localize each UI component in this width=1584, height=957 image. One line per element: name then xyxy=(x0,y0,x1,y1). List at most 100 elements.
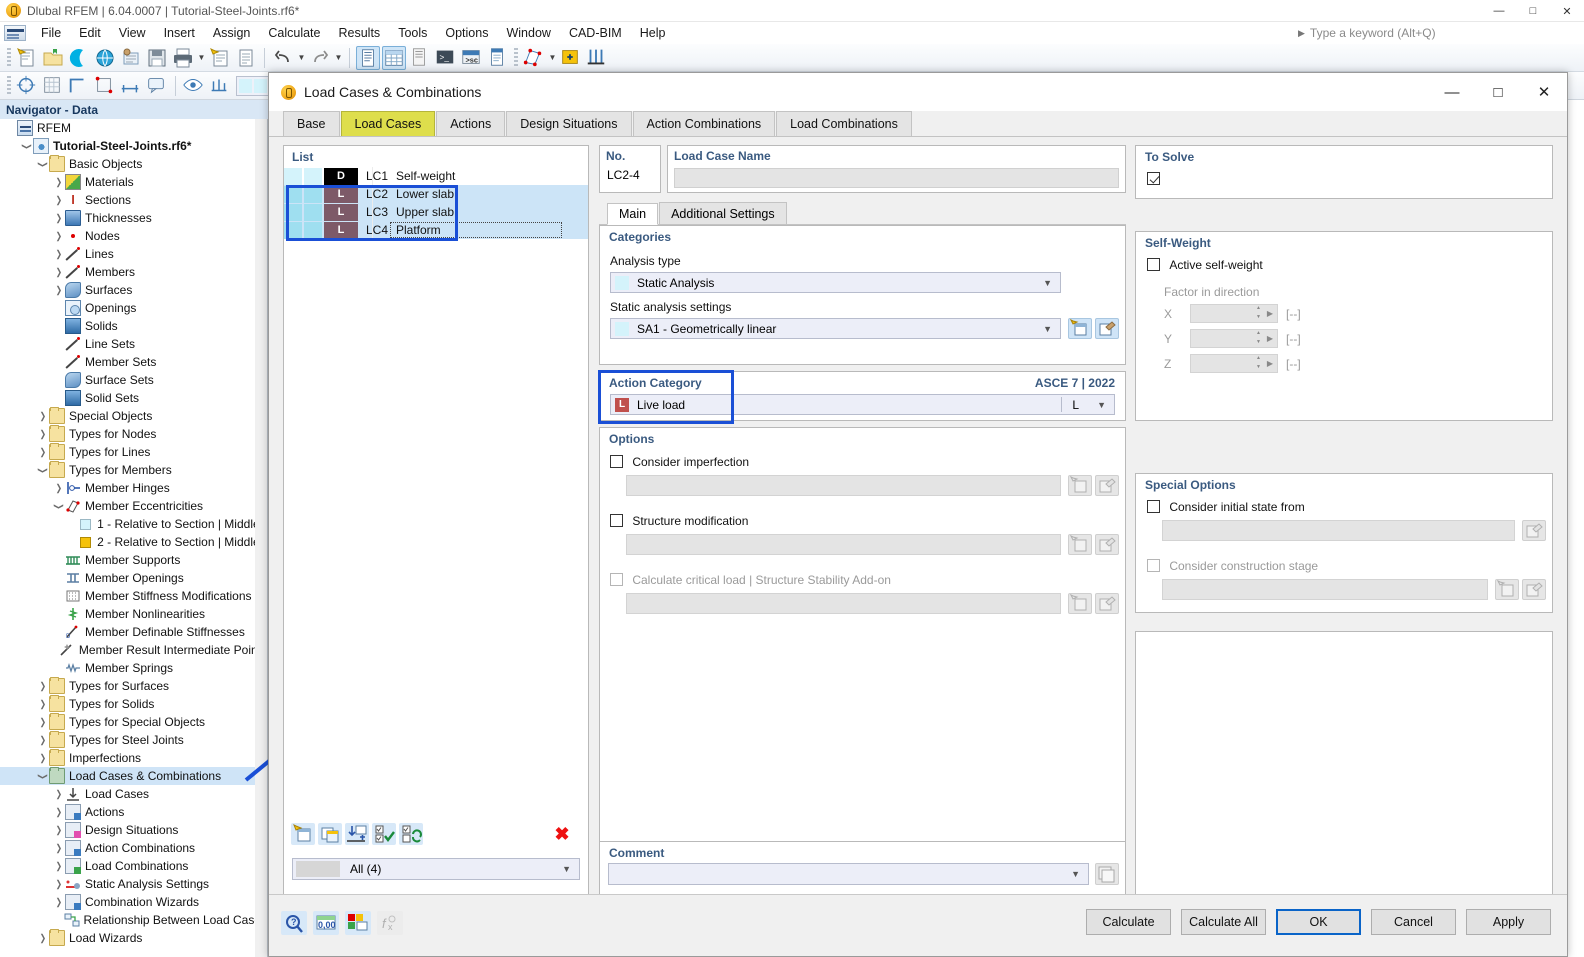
invert-selection-icon[interactable] xyxy=(399,823,423,845)
toolbar-grip-2[interactable] xyxy=(514,47,518,68)
navigator-item-design-situations[interactable]: Design Situations xyxy=(0,821,267,839)
chevron-right-icon[interactable] xyxy=(52,209,65,227)
navigator-item-special-objects[interactable]: Special Objects xyxy=(0,407,267,425)
navigator-item-member-result-intermediate-points[interactable]: Member Result Intermediate Points xyxy=(0,641,267,659)
navigator-item-imperfections[interactable]: Imperfections xyxy=(0,749,267,767)
menu-assign[interactable]: Assign xyxy=(204,23,260,43)
edit-structure-modification-button[interactable] xyxy=(1095,534,1119,555)
navigator-item-types-for-lines[interactable]: Types for Lines xyxy=(0,443,267,461)
tab-additional-settings[interactable]: Additional Settings xyxy=(659,202,787,224)
tab-actions[interactable]: Actions xyxy=(436,111,506,136)
menu-insert[interactable]: Insert xyxy=(155,23,204,43)
navigator-item-types-for-solids[interactable]: Types for Solids xyxy=(0,695,267,713)
chevron-right-icon[interactable] xyxy=(36,929,49,947)
navigator-item-line-sets[interactable]: Line Sets xyxy=(0,335,267,353)
chevron-right-icon[interactable] xyxy=(36,713,49,731)
calculate-all-button[interactable]: Calculate All xyxy=(1181,909,1266,935)
comment-combo[interactable]: ▼ xyxy=(608,863,1089,885)
chevron-down-icon[interactable] xyxy=(20,137,33,155)
delete-load-case-icon[interactable]: ✖ xyxy=(550,823,574,845)
row-name[interactable]: Upper slab xyxy=(390,205,588,219)
navigator-item-load-wizards[interactable]: Load Wizards xyxy=(0,929,267,947)
load-case-row[interactable]: L LC4 Platform xyxy=(284,221,588,239)
navigator-item-2-relative-to-section-middle[interactable]: 2 - Relative to Section | Middle - xyxy=(0,533,267,551)
new-load-case-icon[interactable] xyxy=(291,823,315,845)
chevron-right-icon[interactable] xyxy=(36,749,49,767)
navigator-item-member-stiffness-modifications[interactable]: Member Stiffness Modifications xyxy=(0,587,267,605)
structure-modification-field[interactable] xyxy=(626,534,1061,555)
section-dropdown-icon[interactable]: ▼ xyxy=(547,46,558,70)
dimensions-icon[interactable] xyxy=(119,74,143,98)
menu-calculate[interactable]: Calculate xyxy=(259,23,329,43)
comment-list-button[interactable] xyxy=(1095,863,1119,885)
edit-stability-button[interactable] xyxy=(1095,593,1119,614)
comments-icon[interactable] xyxy=(145,74,169,98)
chevron-down-icon[interactable] xyxy=(36,155,49,173)
data-panel-icon[interactable] xyxy=(408,46,432,70)
chevron-right-icon[interactable] xyxy=(36,695,49,713)
redo-dropdown-icon[interactable]: ▼ xyxy=(333,46,344,70)
consider-construction-stage-checkbox[interactable] xyxy=(1147,559,1160,572)
load-case-row[interactable]: L LC3 Upper slab xyxy=(284,203,588,221)
navigator-item-types-for-special-objects[interactable]: Types for Special Objects xyxy=(0,713,267,731)
properties-icon[interactable] xyxy=(486,46,510,70)
chevron-right-icon[interactable] xyxy=(52,191,65,209)
edit-initial-state-button[interactable] xyxy=(1522,520,1546,541)
row-name[interactable]: Self-weight xyxy=(390,169,588,183)
chevron-right-icon[interactable] xyxy=(52,227,65,245)
chevron-right-icon[interactable] xyxy=(52,173,65,191)
row-name[interactable]: Platform xyxy=(390,222,562,238)
calculate-critical-load-checkbox[interactable] xyxy=(610,573,623,586)
new-stability-button[interactable] xyxy=(1068,593,1092,614)
units-icon[interactable]: 0,00 xyxy=(313,911,339,935)
menu-cad-bim[interactable]: CAD-BIM xyxy=(560,23,631,43)
navigator-item-openings[interactable]: Openings xyxy=(0,299,267,317)
navigator-item-member-supports[interactable]: Member Supports xyxy=(0,551,267,569)
menu-window[interactable]: Window xyxy=(497,23,559,43)
navigator-item-lines[interactable]: Lines xyxy=(0,245,267,263)
tab-load-cases[interactable]: Load Cases xyxy=(340,111,436,136)
navigator-item-materials[interactable]: Materials xyxy=(0,173,267,191)
toolbar-grip[interactable] xyxy=(7,47,11,68)
navigator-item-member-definable-stiffnesses[interactable]: D Member Definable Stiffnesses xyxy=(0,623,267,641)
consider-construction-stage-row[interactable]: Consider construction stage xyxy=(1147,559,1318,573)
chevron-down-icon[interactable]: ▼ xyxy=(1043,324,1052,334)
menu-tools[interactable]: Tools xyxy=(389,23,436,43)
info-icon[interactable]: ? xyxy=(281,911,307,935)
window-maximize-button[interactable]: □ xyxy=(1516,0,1550,22)
display-properties-icon[interactable] xyxy=(345,911,371,935)
factor-y-input[interactable]: ▶ xyxy=(1190,329,1278,348)
structure-modification-row[interactable]: Structure modification xyxy=(610,514,748,528)
navigator-item-load-cases[interactable]: Load Cases xyxy=(0,785,267,803)
dialog-maximize-button[interactable]: □ xyxy=(1475,73,1521,111)
chevron-right-icon[interactable] xyxy=(52,803,65,821)
edit-imperfection-button[interactable] xyxy=(1095,475,1119,496)
menu-edit[interactable]: Edit xyxy=(70,23,110,43)
ortho-icon[interactable] xyxy=(67,74,91,98)
copy-load-case-icon[interactable] xyxy=(318,823,342,845)
navigator-item-member-springs[interactable]: Member Springs xyxy=(0,659,267,677)
chevron-right-icon[interactable] xyxy=(52,839,65,857)
cancel-button[interactable]: Cancel xyxy=(1371,909,1456,935)
chevron-right-icon[interactable] xyxy=(52,821,65,839)
object-snap-icon[interactable] xyxy=(93,74,117,98)
dlubal-web-icon[interactable] xyxy=(93,46,117,70)
visibility-icon[interactable] xyxy=(182,74,206,98)
navigator-item-nodes[interactable]: Nodes xyxy=(0,227,267,245)
navigator-item-static-analysis-settings[interactable]: Static Analysis Settings xyxy=(0,875,267,893)
factor-z-expand-icon[interactable]: ▶ xyxy=(1267,359,1273,368)
save-icon[interactable] xyxy=(145,46,169,70)
navigator-item-surfaces[interactable]: Surfaces xyxy=(0,281,267,299)
menu-view[interactable]: View xyxy=(110,23,155,43)
navigator-item-sections[interactable]: I Sections xyxy=(0,191,267,209)
chevron-right-icon[interactable] xyxy=(52,857,65,875)
grid-icon[interactable] xyxy=(41,74,65,98)
navigator-item-solid-sets[interactable]: Solid Sets xyxy=(0,389,267,407)
navigator-item-thicknesses[interactable]: Thicknesses xyxy=(0,209,267,227)
navigator-item-basic-objects[interactable]: Basic Objects xyxy=(0,155,267,173)
analysis-type-combo[interactable]: Static Analysis ▼ xyxy=(610,272,1061,293)
menu-file[interactable]: File xyxy=(32,23,70,43)
chevron-down-icon[interactable] xyxy=(36,461,49,479)
dlubal-cloud-icon[interactable] xyxy=(67,46,91,70)
factor-y-expand-icon[interactable]: ▶ xyxy=(1267,334,1273,343)
